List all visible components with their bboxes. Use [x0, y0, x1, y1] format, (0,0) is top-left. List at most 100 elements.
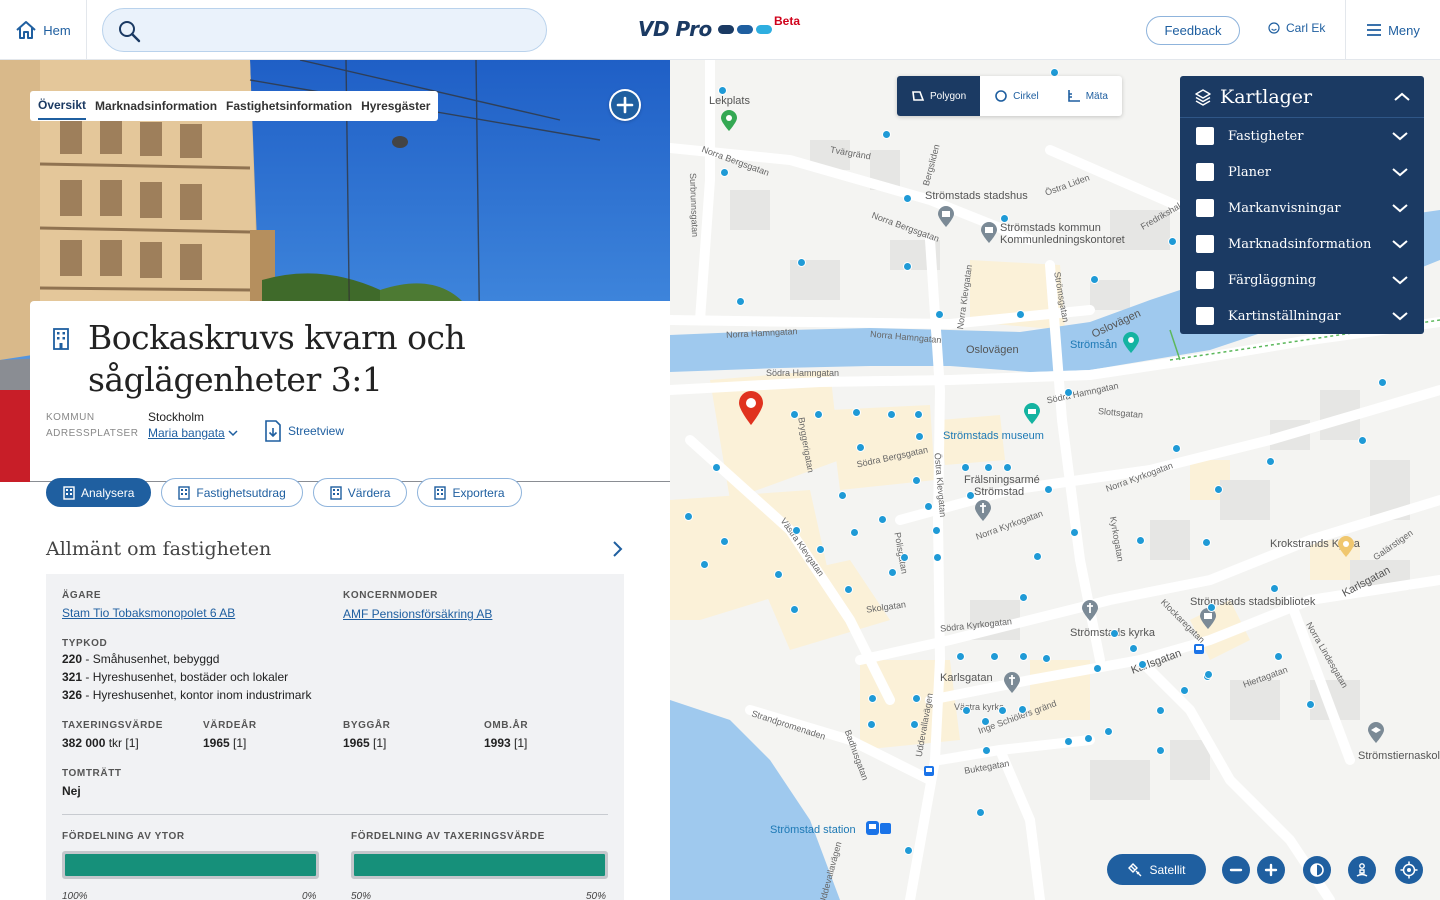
property-marker[interactable]	[935, 310, 944, 319]
property-marker[interactable]	[1044, 485, 1053, 494]
property-marker[interactable]	[961, 463, 970, 472]
koncern-link[interactable]: AMF Pensionsförsäkring AB	[343, 607, 492, 621]
adress-dropdown[interactable]: Maria bangata	[148, 425, 238, 441]
property-marker[interactable]	[790, 410, 799, 419]
property-marker[interactable]	[1274, 652, 1283, 661]
property-marker[interactable]	[1003, 463, 1012, 472]
property-marker[interactable]	[1202, 538, 1211, 547]
property-marker[interactable]	[1214, 485, 1223, 494]
property-marker[interactable]	[1180, 686, 1189, 695]
add-button[interactable]	[609, 89, 641, 121]
home-button[interactable]: Hem	[0, 0, 87, 60]
property-marker[interactable]	[1018, 705, 1027, 714]
property-marker[interactable]	[856, 443, 865, 452]
property-marker[interactable]	[816, 545, 825, 554]
property-marker[interactable]	[720, 168, 729, 177]
search-input[interactable]	[149, 9, 539, 51]
property-marker[interactable]	[1378, 378, 1387, 387]
search-box[interactable]	[102, 8, 547, 52]
layer-checkbox[interactable]	[1196, 271, 1214, 289]
property-marker[interactable]	[914, 410, 923, 419]
property-marker[interactable]	[998, 706, 1007, 715]
feedback-button[interactable]: Feedback	[1146, 16, 1240, 45]
property-marker[interactable]	[712, 463, 721, 472]
property-marker[interactable]	[1019, 652, 1028, 661]
property-marker[interactable]	[982, 746, 991, 755]
property-marker[interactable]	[790, 605, 799, 614]
property-marker[interactable]	[792, 526, 801, 535]
property-marker[interactable]	[1110, 629, 1119, 638]
tab-oversikt[interactable]: Översikt	[38, 92, 87, 120]
property-marker[interactable]	[797, 258, 806, 267]
property-marker[interactable]	[903, 262, 912, 271]
property-marker[interactable]	[1270, 584, 1279, 593]
map[interactable]: Lekplats Strömstads stadshus Strömstads …	[670, 60, 1440, 900]
property-marker[interactable]	[1266, 457, 1275, 466]
selected-property-marker-icon[interactable]	[737, 390, 765, 426]
property-marker[interactable]	[814, 410, 823, 419]
property-marker[interactable]	[1064, 388, 1073, 397]
layer-markanvisningar[interactable]: Markanvisningar	[1180, 190, 1424, 226]
property-marker[interactable]	[903, 194, 912, 203]
property-marker[interactable]	[850, 528, 859, 537]
property-marker[interactable]	[718, 86, 727, 95]
property-marker[interactable]	[1138, 660, 1147, 669]
property-marker[interactable]	[1306, 700, 1315, 709]
property-marker[interactable]	[912, 476, 921, 485]
property-marker[interactable]	[1000, 214, 1009, 223]
agare-link[interactable]: Stam Tio Tobaksmonopolet 6 AB	[62, 606, 235, 620]
layer-fargläggning[interactable]: Färgläggning	[1180, 262, 1424, 298]
layer-kartinstallningar[interactable]: Kartinställningar	[1180, 298, 1424, 334]
property-marker[interactable]	[1168, 237, 1177, 246]
property-marker[interactable]	[924, 502, 933, 511]
menu-button[interactable]: Meny	[1345, 0, 1440, 60]
property-marker[interactable]	[1042, 654, 1051, 663]
property-marker[interactable]	[1019, 593, 1028, 602]
streetview-link[interactable]: Streetview	[264, 420, 344, 442]
layer-checkbox[interactable]	[1196, 307, 1214, 325]
property-marker[interactable]	[888, 568, 897, 577]
property-marker[interactable]	[976, 808, 985, 817]
user-menu[interactable]: Carl Ek	[1268, 21, 1325, 35]
property-marker[interactable]	[981, 717, 990, 726]
property-marker[interactable]	[1064, 737, 1073, 746]
property-marker[interactable]	[1172, 444, 1181, 453]
property-marker[interactable]	[1084, 734, 1093, 743]
property-marker[interactable]	[720, 537, 729, 546]
exportera-button[interactable]: Exportera	[417, 478, 522, 507]
layer-planer[interactable]: Planer	[1180, 154, 1424, 190]
zoom-in-button[interactable]	[1257, 856, 1285, 884]
tab-fastighetsinformation[interactable]: Fastighetsinformation	[226, 93, 352, 119]
layer-fastigheter[interactable]: Fastigheter	[1180, 118, 1424, 154]
property-marker[interactable]	[867, 720, 876, 729]
property-marker[interactable]	[1033, 552, 1042, 561]
adress-value[interactable]: Maria bangata	[148, 426, 225, 440]
circle-tool[interactable]: Cirkel	[980, 76, 1053, 116]
property-marker[interactable]	[844, 585, 853, 594]
property-marker[interactable]	[1136, 536, 1145, 545]
property-marker[interactable]	[912, 694, 921, 703]
property-marker[interactable]	[1204, 670, 1213, 679]
layer-marknadsinformation[interactable]: Marknadsinformation	[1180, 226, 1424, 262]
property-marker[interactable]	[990, 652, 999, 661]
property-marker[interactable]	[932, 526, 941, 535]
property-marker[interactable]	[956, 652, 965, 661]
property-marker[interactable]	[774, 570, 783, 579]
property-marker[interactable]	[700, 560, 709, 569]
property-marker[interactable]	[1156, 746, 1165, 755]
tab-marknadsinformation[interactable]: Marknadsinformation	[95, 93, 217, 119]
property-marker[interactable]	[1156, 706, 1165, 715]
property-marker[interactable]	[1090, 275, 1099, 284]
property-marker[interactable]	[1358, 436, 1367, 445]
property-marker[interactable]	[1129, 644, 1138, 653]
property-marker[interactable]	[915, 432, 924, 441]
contrast-button[interactable]	[1303, 856, 1331, 884]
layer-checkbox[interactable]	[1196, 199, 1214, 217]
property-marker[interactable]	[900, 553, 909, 562]
property-marker[interactable]	[962, 706, 971, 715]
property-marker[interactable]	[868, 694, 877, 703]
layer-checkbox[interactable]	[1196, 163, 1214, 181]
layers-header[interactable]: Kartlager	[1180, 76, 1424, 118]
property-marker[interactable]	[1070, 528, 1079, 537]
property-marker[interactable]	[1016, 310, 1025, 319]
